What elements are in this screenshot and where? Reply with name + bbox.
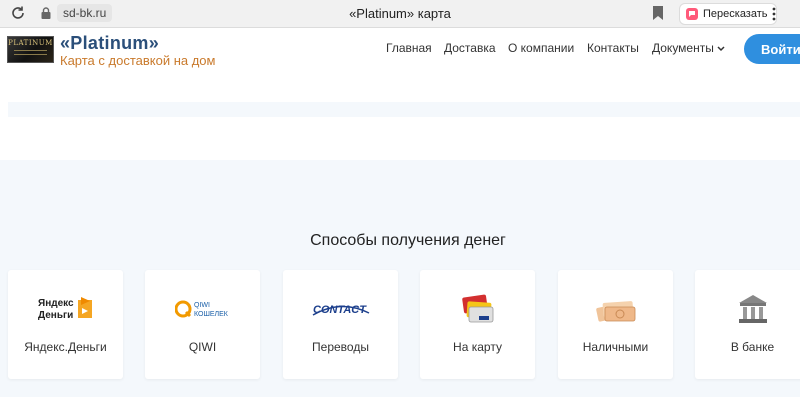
- contact-icon: CONTACT: [283, 292, 398, 326]
- lock-icon: [41, 7, 51, 19]
- bank-building-icon: [695, 292, 800, 326]
- nav-link-contacts[interactable]: Контакты: [587, 41, 639, 55]
- menu-dots-icon[interactable]: [770, 6, 778, 22]
- divider-strip: [8, 102, 800, 117]
- bookmark-icon[interactable]: [652, 6, 664, 20]
- qiwi-icon: QIWI КОШЕЛЕК: [145, 292, 260, 326]
- method-card-yandex-money[interactable]: Яндекс Деньги Яндекс.Деньги: [8, 270, 123, 379]
- retell-button[interactable]: Пересказать: [679, 3, 777, 25]
- brand-title[interactable]: «Platinum»: [60, 33, 159, 54]
- svg-text:CONTACT: CONTACT: [313, 304, 367, 316]
- svg-text:Яндекс: Яндекс: [38, 298, 74, 309]
- browser-toolbar: sd-bk.ru «Platinum» карта Пересказать: [0, 0, 800, 28]
- cash-icon: [558, 292, 673, 326]
- logo-decoration: [14, 50, 47, 51]
- method-label: Наличными: [582, 340, 649, 354]
- brand-subtitle: Карта с доставкой на дом: [60, 53, 216, 68]
- section-title: Способы получения денег: [310, 232, 506, 249]
- method-label: Переводы: [312, 340, 369, 354]
- method-card-to-card[interactable]: На карту: [420, 270, 535, 379]
- retell-label: Пересказать: [703, 8, 768, 20]
- method-label: На карту: [453, 340, 502, 354]
- svg-text:QIWI: QIWI: [194, 302, 210, 309]
- logo-text: PLATINUM: [8, 39, 53, 47]
- nav-link-about[interactable]: О компании: [508, 41, 574, 55]
- site-header: PLATINUM «Platinum» Карта с доставкой на…: [0, 28, 800, 72]
- reload-icon[interactable]: [10, 5, 26, 21]
- chevron-down-icon: [717, 46, 725, 52]
- method-card-qiwi[interactable]: QIWI КОШЕЛЕК QIWI: [145, 270, 260, 379]
- address-bar-url[interactable]: sd-bk.ru: [57, 4, 113, 22]
- nav-link-delivery[interactable]: Доставка: [444, 41, 496, 55]
- svg-text:Деньги: Деньги: [38, 310, 73, 321]
- logo-decoration: [14, 54, 47, 55]
- method-label: Яндекс.Деньги: [24, 340, 107, 354]
- retell-icon: [686, 8, 698, 20]
- nav-documents-label: Документы: [652, 41, 714, 55]
- method-card-cash[interactable]: Наличными: [558, 270, 673, 379]
- method-label: QIWI: [188, 340, 217, 354]
- yandex-money-icon: Яндекс Деньги: [8, 292, 123, 326]
- logo[interactable]: PLATINUM: [7, 36, 54, 63]
- method-card-in-bank[interactable]: В банке: [695, 270, 800, 379]
- bank-cards-icon: [420, 292, 535, 326]
- method-card-transfers[interactable]: CONTACT Переводы: [283, 270, 398, 379]
- nav-link-home[interactable]: Главная: [386, 41, 432, 55]
- svg-text:КОШЕЛЕК: КОШЕЛЕК: [194, 311, 229, 318]
- login-button[interactable]: Войти: [744, 34, 800, 64]
- content-band: [0, 72, 800, 160]
- method-label: В банке: [730, 340, 775, 354]
- nav-dropdown-documents[interactable]: Документы: [652, 41, 725, 55]
